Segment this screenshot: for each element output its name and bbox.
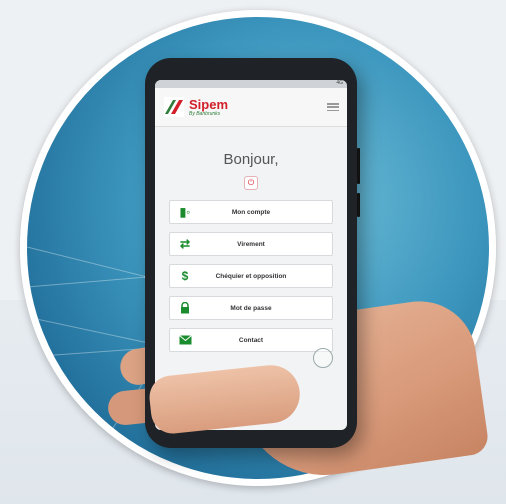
menu-item-label: Mot de passe (230, 304, 272, 312)
menu-item-virement[interactable]: ⇄ Virement (169, 232, 333, 256)
brand-name: Sipem (189, 96, 229, 112)
phone-side-button (357, 148, 360, 184)
menu-item-label: Contact (238, 336, 264, 344)
power-logout-icon[interactable]: ⏻ (244, 176, 258, 190)
menu-item-mot-de-passe[interactable]: Mot de passe (169, 296, 333, 320)
greeting-text: Bonjour, (223, 151, 279, 168)
menu-item-label: Virement (237, 240, 265, 248)
app-header: Sipem By Banbrunks (155, 88, 347, 127)
status-bar: 4G (155, 80, 347, 88)
hamburger-menu-icon[interactable] (327, 103, 339, 111)
main-menu: ▮◦ Mon compte ⇄ Virement $ Chéquier et o… (155, 200, 347, 352)
phone-side-button (357, 193, 360, 217)
status-text: 4G (336, 80, 343, 86)
brand: Sipem By Banbrunks (189, 98, 228, 117)
floating-scroll-button[interactable] (313, 348, 333, 368)
sipem-logo-icon (164, 97, 184, 117)
menu-item-mon-compte[interactable]: ▮◦ Mon compte (169, 200, 333, 224)
menu-item-label: Chéquier et opposition (215, 272, 287, 280)
brand-subtitle: By Banbrunks (189, 110, 221, 117)
menu-item-contact[interactable]: Contact (169, 328, 333, 352)
menu-item-chequier[interactable]: $ Chéquier et opposition (169, 264, 333, 288)
menu-item-label: Mon compte (231, 208, 271, 216)
